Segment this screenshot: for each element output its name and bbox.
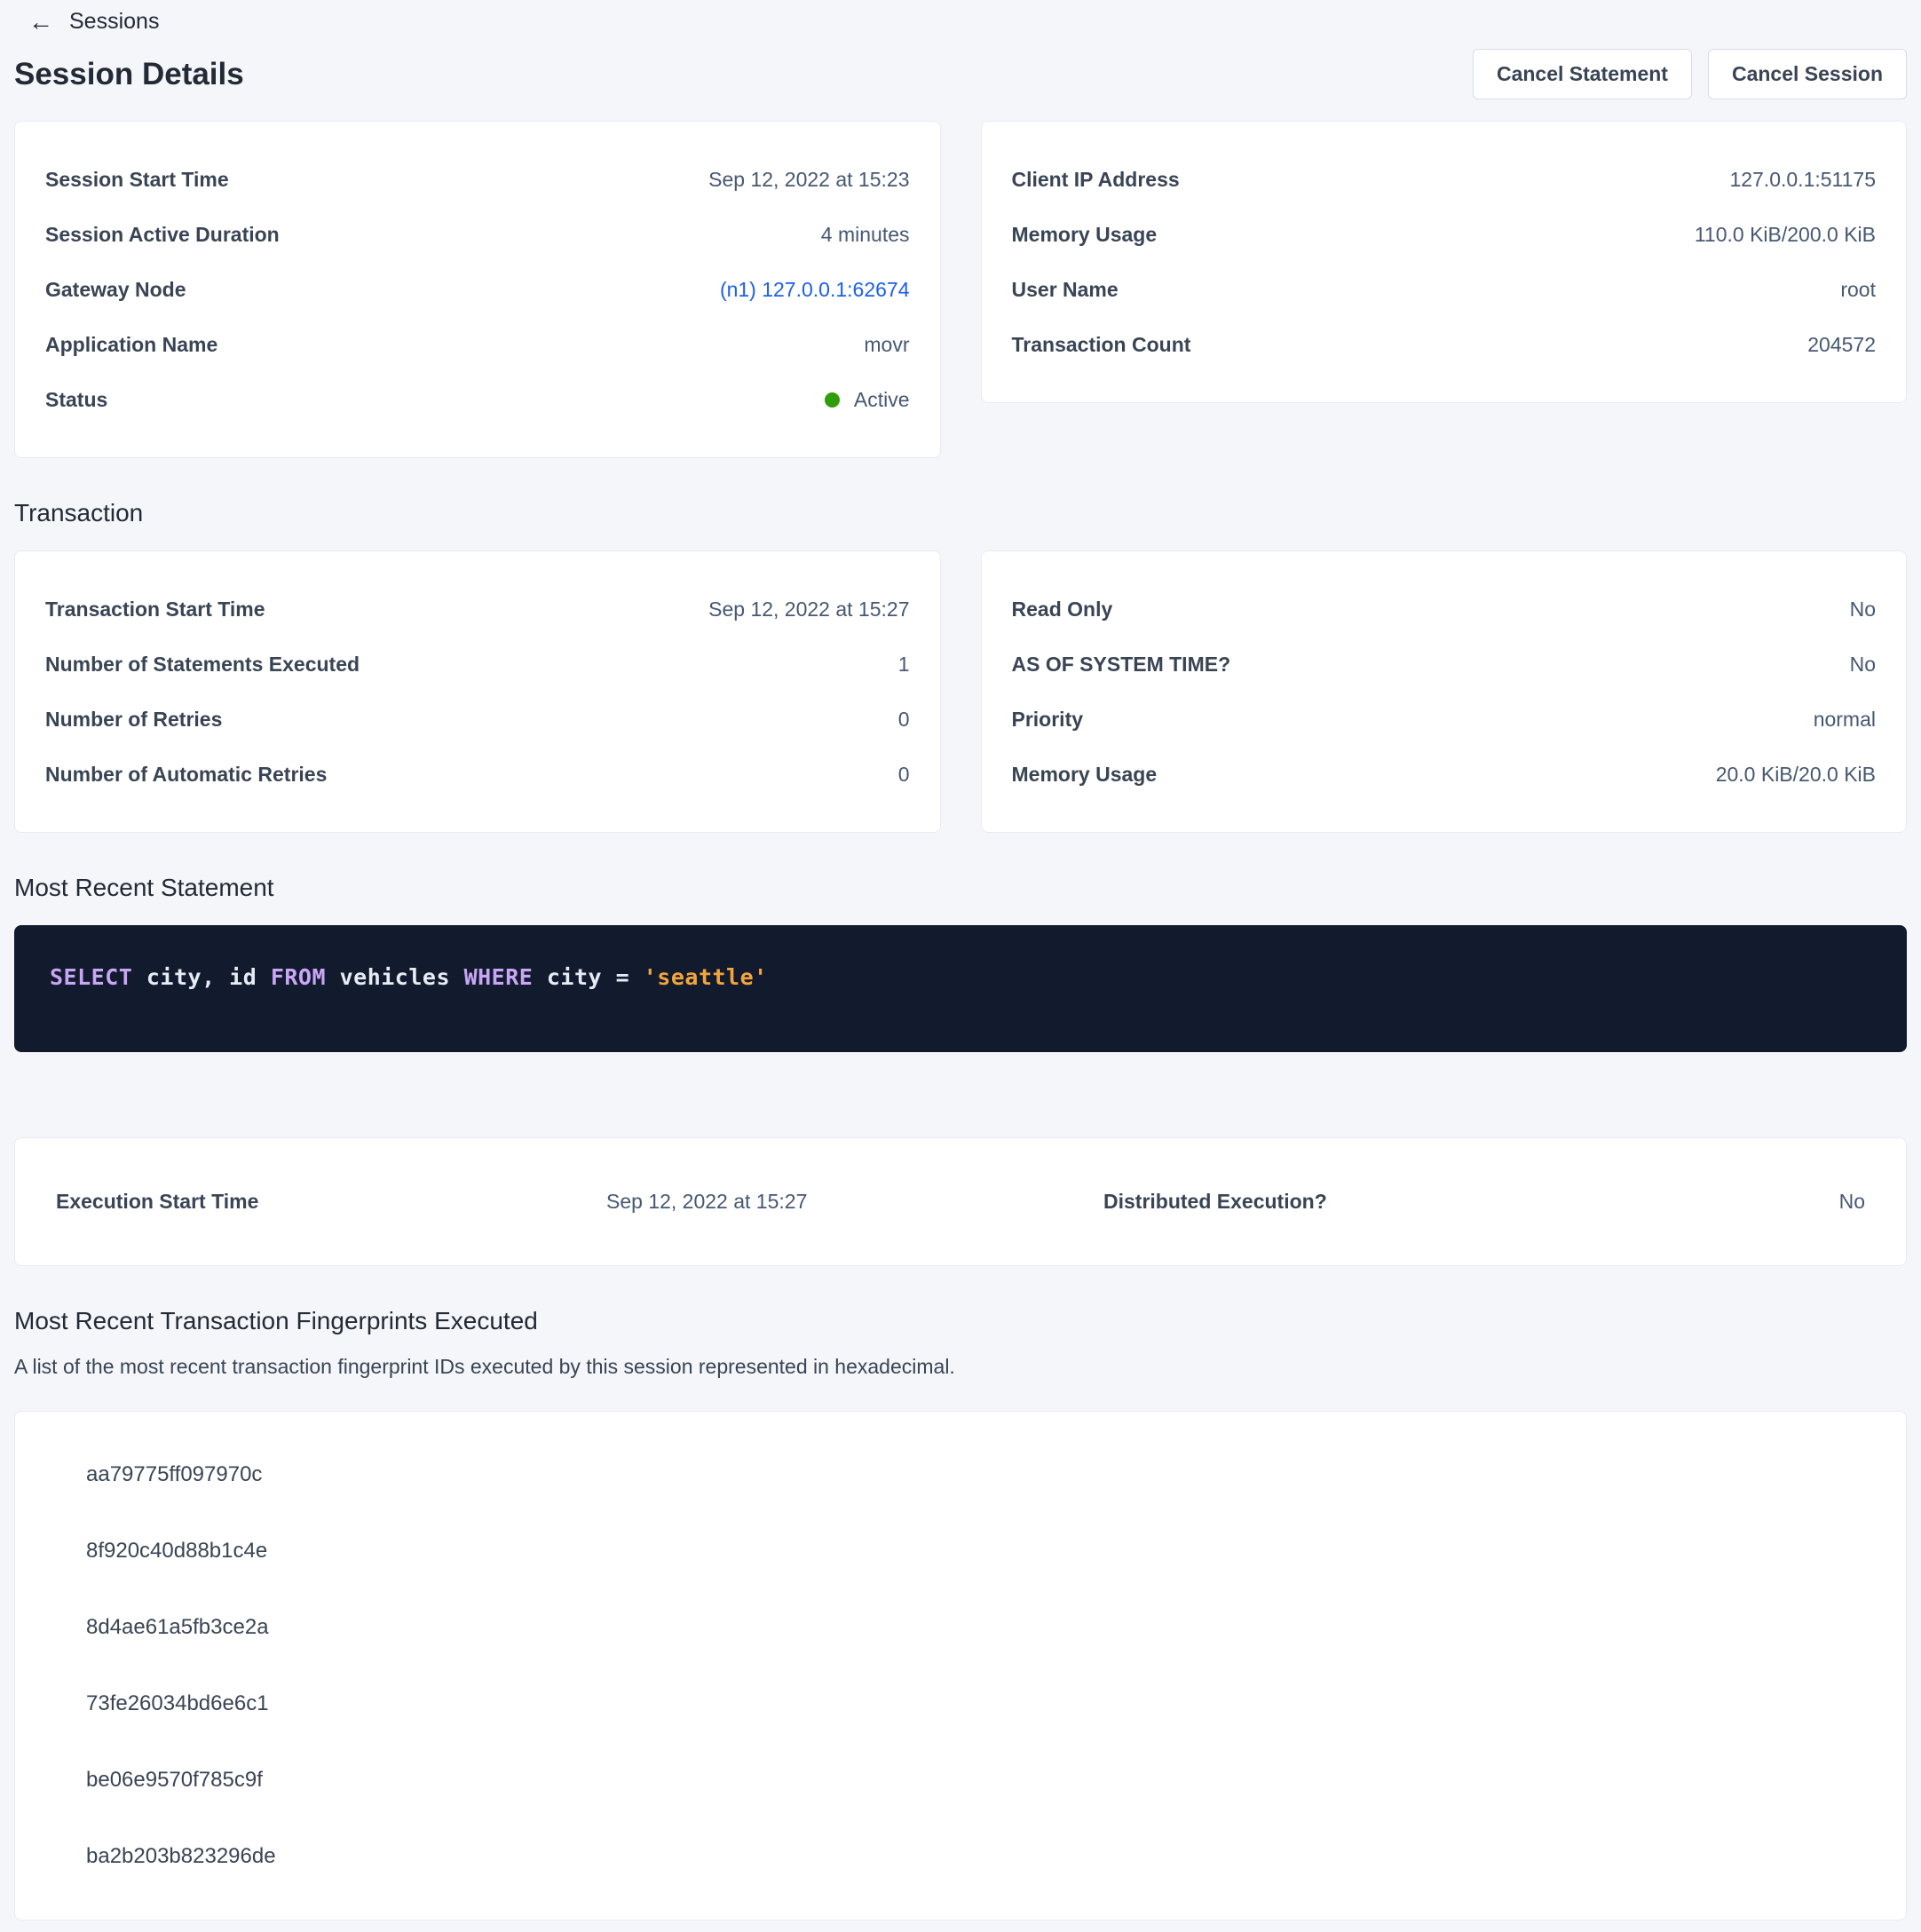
page-header: Session Details Cancel Statement Cancel … bbox=[14, 49, 1907, 99]
fingerprint-id: 73fe26034bd6e6c1 bbox=[86, 1666, 1865, 1742]
row-value: 110.0 KiB/200.0 KiB bbox=[1695, 223, 1876, 247]
sql-token-string: 'seattle' bbox=[644, 964, 768, 990]
sql-token-plain: city = bbox=[533, 964, 643, 990]
execution-start-time-value: Sep 12, 2022 at 15:27 bbox=[606, 1190, 1103, 1214]
row-label: Priority bbox=[1012, 708, 1084, 732]
fingerprint-id: be06e9570f785c9f bbox=[86, 1742, 1865, 1818]
summary-row: Transaction Start Time Sep 12, 2022 at 15… bbox=[45, 582, 910, 637]
row-label: Memory Usage bbox=[1012, 223, 1158, 247]
fingerprints-description: A list of the most recent transaction fi… bbox=[14, 1355, 1907, 1379]
row-value: 4 minutes bbox=[821, 223, 910, 247]
row-label: Gateway Node bbox=[45, 278, 186, 302]
summary-row: Number of Retries 0 bbox=[45, 692, 910, 747]
gateway-node-link[interactable]: (n1) 127.0.0.1:62674 bbox=[720, 278, 910, 302]
row-label: Application Name bbox=[45, 333, 217, 357]
summary-row: User Name root bbox=[1012, 262, 1877, 317]
sql-token-plain: vehicles bbox=[326, 964, 464, 990]
transaction-row: Transaction Start Time Sep 12, 2022 at 15… bbox=[14, 550, 1907, 833]
page-title: Session Details bbox=[14, 57, 244, 92]
distributed-execution-value: No bbox=[1839, 1190, 1865, 1214]
row-value: 0 bbox=[898, 763, 910, 787]
summary-row: Transaction Count 204572 bbox=[1012, 317, 1877, 372]
row-label: Status bbox=[45, 388, 107, 412]
most-recent-statement-heading: Most Recent Statement bbox=[14, 874, 1907, 902]
cancel-statement-button[interactable]: Cancel Statement bbox=[1473, 49, 1692, 99]
sql-statement-box: SELECT city, id FROM vehicles WHERE city… bbox=[14, 925, 1907, 1052]
session-summary-row: Session Start TimeSep 12, 2022 at 15:23S… bbox=[14, 121, 1907, 458]
summary-row: Number of Automatic Retries 0 bbox=[45, 747, 910, 802]
row-label: User Name bbox=[1012, 278, 1119, 302]
fingerprint-id: aa79775ff097970c bbox=[86, 1437, 1865, 1513]
sql-token-keyword: WHERE bbox=[464, 964, 534, 990]
summary-row: Gateway Node (n1) 127.0.0.1:62674 bbox=[45, 262, 910, 317]
summary-row: Number of Statements Executed 1 bbox=[45, 637, 910, 692]
row-label: Number of Retries bbox=[45, 708, 222, 732]
transaction-heading: Transaction bbox=[14, 499, 1907, 527]
status-active-dot bbox=[825, 392, 840, 408]
row-value: Sep 12, 2022 at 15:23 bbox=[708, 168, 909, 192]
transaction-card-left: Transaction Start Time Sep 12, 2022 at 15… bbox=[14, 550, 941, 833]
row-value: 204572 bbox=[1807, 333, 1876, 357]
sql-token-plain: city, id bbox=[132, 964, 271, 990]
back-link-label: Sessions bbox=[69, 9, 159, 35]
row-label: Number of Statements Executed bbox=[45, 653, 360, 677]
execution-start-time-label: Execution Start Time bbox=[56, 1190, 606, 1214]
row-label: AS OF SYSTEM TIME? bbox=[1012, 653, 1231, 677]
row-label: Session Start Time bbox=[45, 168, 229, 192]
fingerprints-card: aa79775ff097970c8f920c40d88b1c4e8d4ae61a… bbox=[14, 1411, 1907, 1920]
header-actions: Cancel Statement Cancel Session bbox=[1473, 49, 1907, 99]
summary-row: Session Start Time Sep 12, 2022 at 15:23 bbox=[45, 152, 910, 207]
row-label: Client IP Address bbox=[1012, 168, 1180, 192]
row-value: 127.0.0.1:51175 bbox=[1729, 168, 1876, 192]
summary-row: Priority normal bbox=[1012, 692, 1877, 747]
fingerprints-heading: Most Recent Transaction Fingerprints Exe… bbox=[14, 1307, 1907, 1335]
main-content: Session Start TimeSep 12, 2022 at 15:23S… bbox=[14, 121, 1907, 1920]
summary-row: Session Active Duration 4 minutes bbox=[45, 207, 910, 262]
summary-row: Memory Usage 110.0 KiB/200.0 KiB bbox=[1012, 207, 1877, 262]
row-value: movr bbox=[864, 333, 909, 357]
fingerprint-id: 8f920c40d88b1c4e bbox=[86, 1513, 1865, 1589]
row-value: root bbox=[1840, 278, 1876, 302]
transaction-card-right: Read Only No AS OF SYSTEM TIME? No Priority n… bbox=[981, 550, 1908, 833]
row-label: Number of Automatic Retries bbox=[45, 763, 327, 787]
row-value: Sep 12, 2022 at 15:27 bbox=[708, 598, 909, 622]
fingerprint-id: 8d4ae61a5fb3ce2a bbox=[86, 1589, 1865, 1666]
row-label: Session Active Duration bbox=[45, 223, 280, 247]
back-arrow-icon: ← bbox=[28, 10, 53, 35]
cancel-session-button[interactable]: Cancel Session bbox=[1708, 49, 1907, 99]
distributed-execution-label: Distributed Execution? bbox=[1103, 1190, 1839, 1214]
row-value: 1 bbox=[898, 653, 910, 677]
row-value: Active bbox=[825, 388, 910, 412]
row-value: 0 bbox=[898, 708, 910, 732]
fingerprint-id: ba2b203b823296de bbox=[86, 1818, 1865, 1895]
row-label: Read Only bbox=[1012, 598, 1113, 622]
summary-row: Memory Usage 20.0 KiB/20.0 KiB bbox=[1012, 747, 1877, 802]
summary-row: Read Only No bbox=[1012, 582, 1877, 637]
back-to-sessions-link[interactable]: ← Sessions bbox=[28, 9, 159, 35]
session-summary-card-right: Client IP Address 127.0.0.1:51175 Memory U… bbox=[981, 121, 1908, 403]
summary-row: Application Name movr bbox=[45, 317, 910, 372]
session-summary-card-left: Session Start TimeSep 12, 2022 at 15:23S… bbox=[14, 121, 941, 458]
summary-row: Client IP Address 127.0.0.1:51175 bbox=[1012, 152, 1877, 207]
row-value: No bbox=[1850, 653, 1876, 677]
summary-row: Status Active bbox=[45, 372, 910, 427]
row-value: No bbox=[1850, 598, 1876, 622]
summary-row: AS OF SYSTEM TIME? No bbox=[1012, 637, 1877, 692]
row-value: normal bbox=[1814, 708, 1876, 732]
sql-token-keyword: SELECT bbox=[50, 964, 132, 990]
sql-token-keyword: FROM bbox=[271, 964, 326, 990]
status-text: Active bbox=[854, 388, 910, 412]
row-label: Memory Usage bbox=[1012, 763, 1158, 787]
row-label: Transaction Start Time bbox=[45, 598, 265, 622]
execution-card: Execution Start Time Sep 12, 2022 at 15:… bbox=[14, 1137, 1907, 1266]
row-value: 20.0 KiB/20.0 KiB bbox=[1716, 763, 1876, 787]
row-label: Transaction Count bbox=[1012, 333, 1191, 357]
back-row: ← Sessions bbox=[14, 0, 1907, 35]
